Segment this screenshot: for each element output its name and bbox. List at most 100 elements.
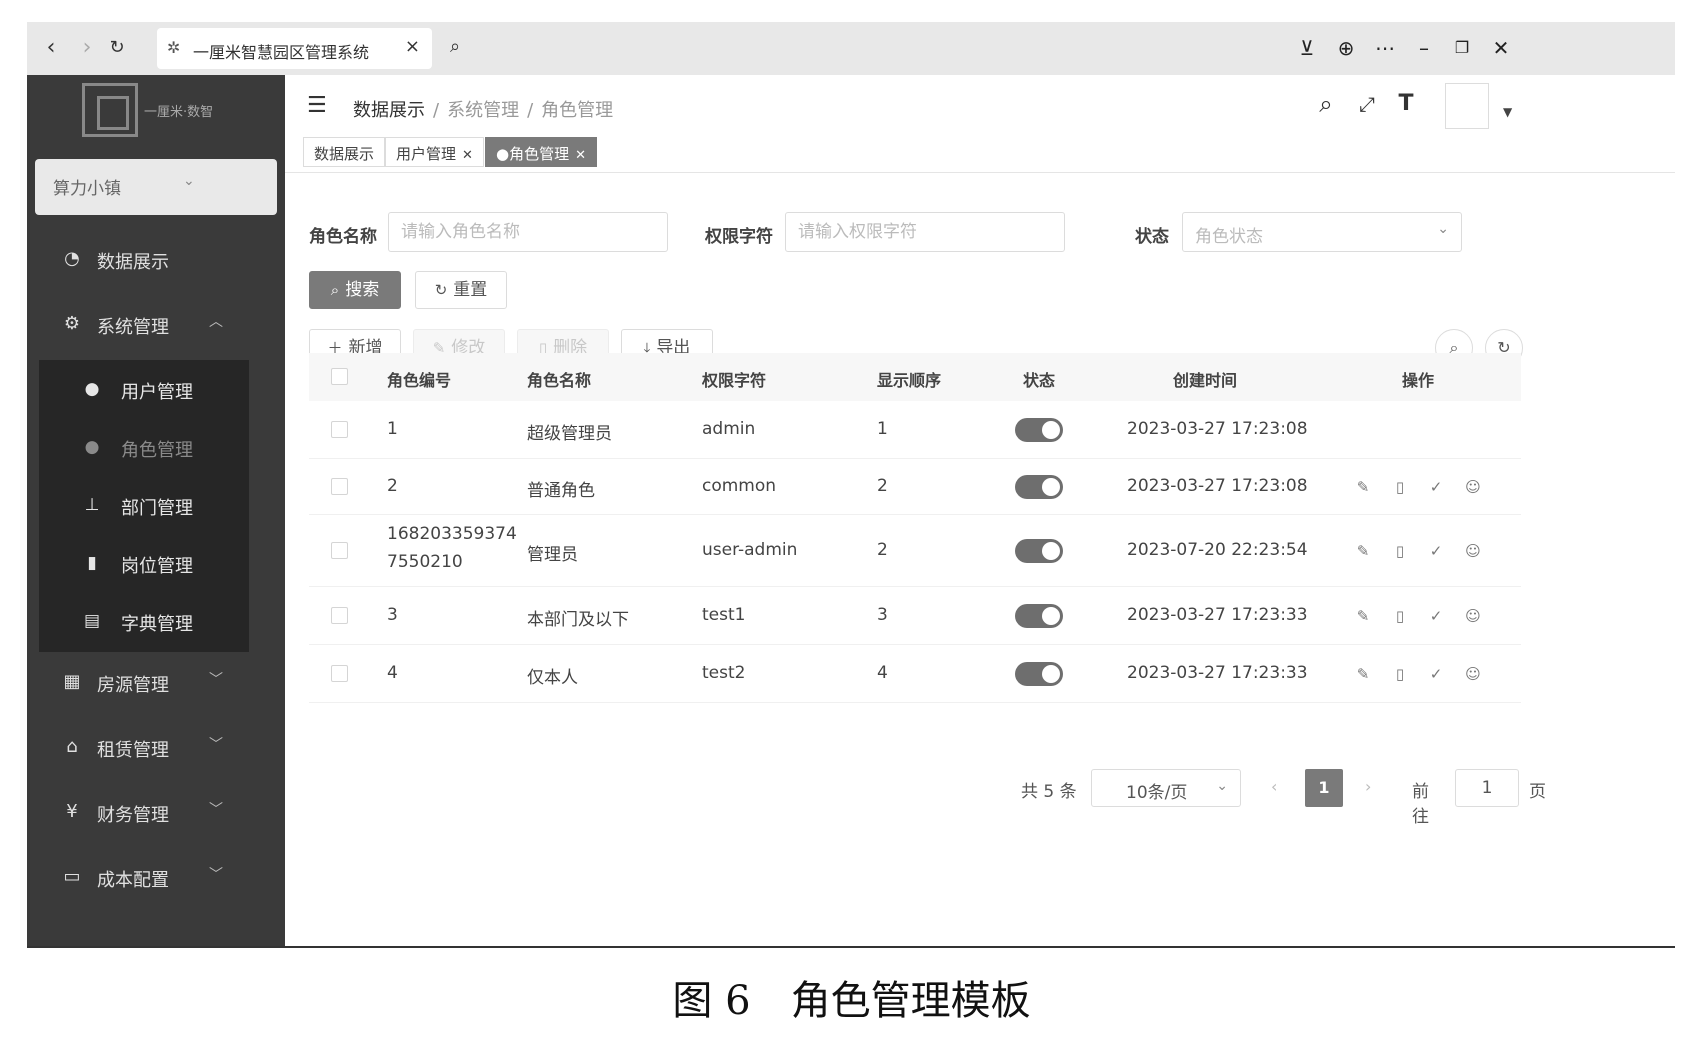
- edit-icon[interactable]: ✎: [1352, 476, 1374, 498]
- sidebar-item-dashboard[interactable]: ◔ 数据展示: [27, 230, 285, 290]
- row-checkbox[interactable]: [331, 542, 348, 559]
- next-page-icon[interactable]: ›: [1365, 777, 1371, 796]
- font-size-icon[interactable]: T: [1391, 89, 1421, 119]
- close-icon[interactable]: ✕: [462, 148, 473, 163]
- role-id: 168203359374: [387, 524, 517, 544]
- edit-icon[interactable]: ✎: [1352, 605, 1374, 627]
- sidebar-item-cost[interactable]: ▭ 成本配置 ﹀: [27, 848, 285, 908]
- house-icon: ⌂: [66, 736, 78, 757]
- tag-users[interactable]: 用户管理 ✕: [385, 137, 484, 167]
- sidebar-item-posts[interactable]: ▮ 岗位管理: [39, 534, 249, 592]
- browser-tab[interactable]: ✲ 一厘米智慧园区管理系统 ×: [157, 28, 432, 69]
- globe-icon[interactable]: ⊕: [1332, 34, 1360, 62]
- status-switch[interactable]: [1015, 604, 1063, 628]
- search-icon[interactable]: ⌕: [1311, 89, 1341, 119]
- perm-input[interactable]: [785, 212, 1065, 252]
- check-circle-icon[interactable]: ✓: [1425, 540, 1447, 562]
- trash-icon[interactable]: ▯: [1389, 476, 1411, 498]
- close-icon[interactable]: ✕: [1487, 34, 1515, 62]
- user-icon[interactable]: ☺: [1462, 476, 1484, 498]
- breadcrumb: 数据展示 / 系统管理 / 角色管理: [353, 96, 613, 122]
- fullscreen-icon[interactable]: ⤢: [1352, 89, 1382, 119]
- tag-label: 数据展示: [314, 145, 375, 163]
- search-button[interactable]: ⌕ 搜索: [309, 271, 401, 309]
- sidebar-item-roles[interactable]: ● 角色管理: [39, 418, 249, 476]
- column-header: 创建时间: [1173, 371, 1238, 390]
- dict-icon: ▤: [83, 611, 101, 631]
- column-header: 角色名称: [527, 371, 592, 390]
- reset-button[interactable]: ↻ 重置: [415, 271, 507, 309]
- edit-icon[interactable]: ✎: [1352, 540, 1374, 562]
- row-checkbox[interactable]: [331, 478, 348, 495]
- tag-roles[interactable]: ●角色管理 ✕: [485, 137, 597, 167]
- tag-label: ●角色管理: [496, 145, 570, 163]
- download-icon[interactable]: ⊻: [1293, 34, 1321, 62]
- forward-icon[interactable]: ›: [73, 34, 101, 62]
- caret-down-icon[interactable]: ▼: [1503, 105, 1512, 119]
- page-size-select[interactable]: 10条/页 ⌄: [1091, 769, 1241, 807]
- sidebar-item-finance[interactable]: ¥ 财务管理 ﹀: [27, 783, 285, 843]
- check-circle-icon[interactable]: ✓: [1425, 605, 1447, 627]
- sidebar-item-leasing[interactable]: ⌂ 租赁管理 ﹀: [27, 718, 285, 778]
- column-header: 操作: [1402, 371, 1435, 390]
- edit-icon[interactable]: ✎: [1352, 663, 1374, 685]
- search-icon[interactable]: ⌕: [450, 36, 460, 57]
- sidebar-item-label: 岗位管理: [121, 556, 193, 577]
- tag-dashboard[interactable]: 数据展示: [303, 137, 386, 167]
- table-row: 2 普通角色 common 2 2023-03-27 17:23:08 ✎ ▯ ✓ ☺: [309, 459, 1521, 515]
- status-switch[interactable]: [1015, 475, 1063, 499]
- sidebar-item-departments[interactable]: ⊥ 部门管理: [39, 476, 249, 534]
- select-all-checkbox[interactable]: [331, 368, 348, 385]
- sidebar-item-housing[interactable]: ▦ 房源管理 ﹀: [27, 653, 285, 713]
- chevron-down-icon: ﹀: [209, 672, 223, 688]
- trash-icon[interactable]: ▯: [1389, 663, 1411, 685]
- breadcrumb-item[interactable]: 数据展示: [353, 100, 425, 121]
- menu-toggle-icon[interactable]: ☰: [307, 93, 327, 118]
- row-checkbox[interactable]: [331, 665, 348, 682]
- breadcrumb-item: 系统管理: [447, 100, 520, 121]
- status-switch[interactable]: [1015, 662, 1063, 686]
- perm-label: 权限字符: [705, 227, 773, 247]
- user-icon[interactable]: ☺: [1462, 663, 1484, 685]
- close-icon[interactable]: ✕: [575, 148, 586, 163]
- status-switch[interactable]: [1015, 539, 1063, 563]
- dashboard-icon: ◔: [64, 248, 80, 269]
- avatar[interactable]: [1445, 83, 1489, 129]
- role-name: 普通角色: [527, 481, 595, 501]
- reload-icon[interactable]: ↻: [103, 34, 131, 62]
- sidebar-item-users[interactable]: ● 用户管理: [39, 360, 249, 418]
- more-icon[interactable]: ⋯: [1371, 34, 1399, 62]
- created-time: 2023-03-27 17:23:33: [1127, 663, 1308, 683]
- current-page[interactable]: 1: [1305, 769, 1343, 807]
- role-sort: 2: [877, 476, 888, 496]
- role-key: common: [702, 476, 777, 496]
- sidebar-item-label: 部门管理: [121, 498, 193, 519]
- prev-page-icon[interactable]: ‹: [1271, 777, 1277, 796]
- sidebar-item-system[interactable]: ⚙ 系统管理 ︿: [27, 295, 285, 355]
- user-icon[interactable]: ☺: [1462, 605, 1484, 627]
- chevron-up-icon: ︿: [209, 314, 223, 330]
- sidebar-item-dictionary[interactable]: ▤ 字典管理: [39, 592, 249, 650]
- status-label: 状态: [1135, 227, 1169, 247]
- trash-icon[interactable]: ▯: [1389, 605, 1411, 627]
- org-select[interactable]: 算力小镇 ⌄: [35, 159, 277, 215]
- check-circle-icon[interactable]: ✓: [1425, 476, 1447, 498]
- row-checkbox[interactable]: [331, 421, 348, 438]
- main-content: ☰ 数据展示 / 系统管理 / 角色管理 ⌕ ⤢ T ▼ 数据展示 用户管理 ✕ ●角色管…: [285, 75, 1675, 946]
- status-select[interactable]: 角色状态 ⌄: [1182, 212, 1462, 252]
- created-time: 2023-07-20 22:23:54: [1127, 540, 1308, 560]
- check-circle-icon[interactable]: ✓: [1425, 663, 1447, 685]
- sidebar-item-label: 房源管理: [97, 675, 169, 696]
- status-switch[interactable]: [1015, 418, 1063, 442]
- back-icon[interactable]: ‹: [37, 34, 65, 62]
- role-name-input[interactable]: [388, 212, 668, 252]
- row-checkbox[interactable]: [331, 607, 348, 624]
- restore-icon[interactable]: ❐: [1448, 34, 1476, 62]
- user-icon[interactable]: ☺: [1462, 540, 1484, 562]
- role-sort: 2: [877, 540, 888, 560]
- tab-close-icon[interactable]: ×: [405, 36, 420, 57]
- minimize-icon[interactable]: –: [1410, 34, 1438, 62]
- table-header: 角色编号 角色名称 权限字符 显示顺序 状态 创建时间 操作: [309, 353, 1521, 401]
- goto-page-input[interactable]: 1: [1455, 769, 1519, 807]
- trash-icon[interactable]: ▯: [1389, 540, 1411, 562]
